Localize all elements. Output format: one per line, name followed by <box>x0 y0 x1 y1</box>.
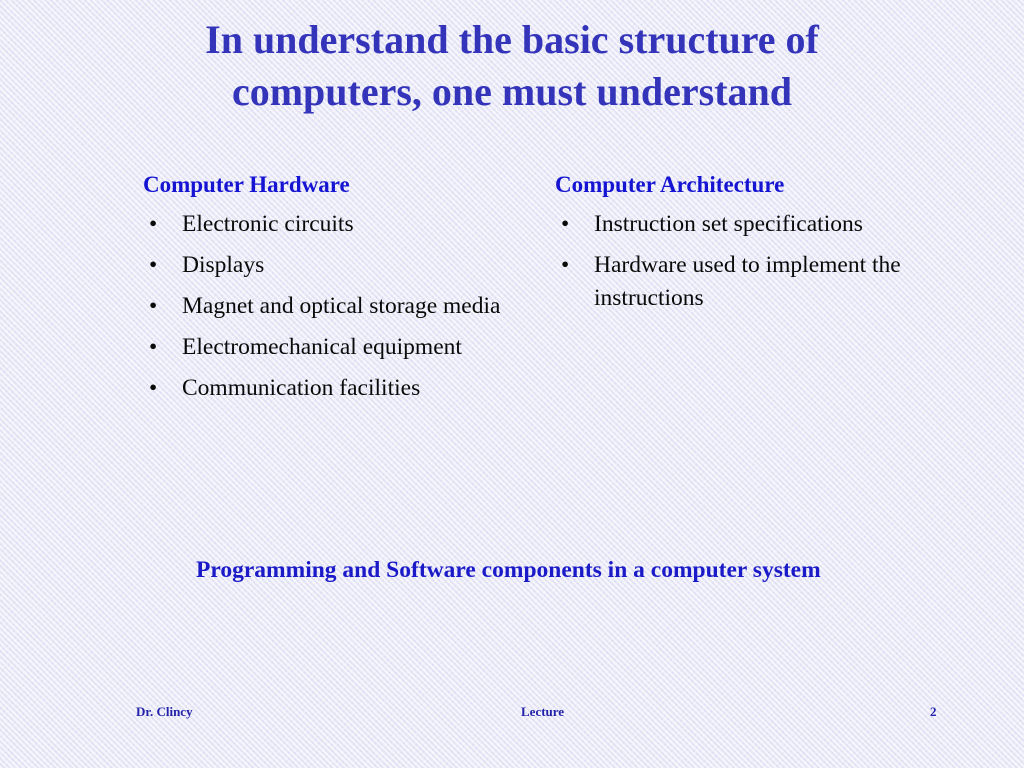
list-item: • Magnet and optical storage media <box>143 290 523 323</box>
bullet-dot-icon: • <box>561 211 570 237</box>
slide-canvas: In understand the basic structure of com… <box>0 0 1024 768</box>
list-item: • Electromechanical equipment <box>143 331 523 364</box>
slide-title-line-1: In understand the basic structure of <box>205 17 819 62</box>
bullet-dot-icon: • <box>149 252 158 278</box>
footer-page-number: 2 <box>930 704 937 719</box>
list-item: • Instruction set specifications <box>555 208 950 241</box>
bullet-dot-icon: • <box>149 375 158 401</box>
list-item: • Communication facilities <box>143 372 523 405</box>
bullet-dot-icon: • <box>149 334 158 360</box>
bullet-dot-icon: • <box>149 211 158 237</box>
bullet-dot-icon: • <box>149 293 158 319</box>
column-computer-architecture: Computer Architecture • Instruction set … <box>555 170 950 323</box>
list-item: • Hardware used to implement the instruc… <box>555 249 950 315</box>
column-heading-hardware: Computer Hardware <box>143 172 350 197</box>
column-heading-architecture: Computer Architecture <box>555 172 785 197</box>
slide-title-line-2: computers, one must understand <box>231 69 793 114</box>
slide-title: In understand the basic structure of com… <box>120 14 904 118</box>
list-item-label: Magnet and optical storage media <box>182 293 501 319</box>
bullet-list-architecture: • Instruction set specifications • Hardw… <box>555 208 950 315</box>
bottom-note-text: Programming and Software components in a… <box>196 557 821 583</box>
list-item-label: Electronic circuits <box>182 211 354 237</box>
list-item: • Displays <box>143 249 523 282</box>
slide-footer: Dr. Clincy Lecture 2 <box>0 703 1024 727</box>
list-item-label: Instruction set specifications <box>594 211 863 237</box>
list-item-label: Displays <box>182 252 265 278</box>
list-item: • Electronic circuits <box>143 208 523 241</box>
column-computer-hardware: Computer Hardware • Electronic circuits … <box>143 170 523 413</box>
bullet-list-hardware: • Electronic circuits • Displays • Magne… <box>143 208 523 405</box>
list-item-label: Communication facilities <box>182 375 421 401</box>
footer-label: Lecture <box>521 704 565 719</box>
list-item-label: Hardware used to implement the instructi… <box>594 252 901 311</box>
bullet-dot-icon: • <box>561 252 570 278</box>
footer-author: Dr. Clincy <box>136 704 193 719</box>
list-item-label: Electromechanical equipment <box>182 334 462 360</box>
